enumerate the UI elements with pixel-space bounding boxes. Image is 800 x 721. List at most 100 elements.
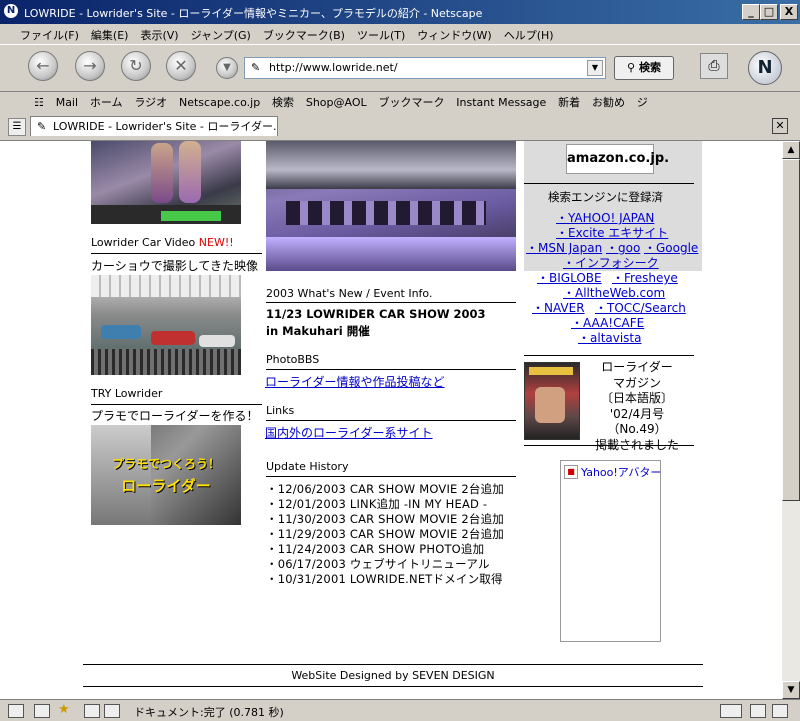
update-item: ・12/01/2003 LINK追加 -IN MY HEAD - <box>266 497 488 511</box>
stop-icon: ✕ <box>174 56 188 75</box>
menu-bookmarks[interactable]: ブックマーク(B) <box>257 24 351 43</box>
web-content: Lowrider Car Video NEW!! カーショウで撮影してきた映像 … <box>0 141 782 699</box>
magazine-figure <box>535 387 565 423</box>
menu-help[interactable]: ヘルプ(H) <box>498 24 560 43</box>
magazine-line: マガジン <box>612 375 661 390</box>
amazon-banner[interactable]: amazon.co.jp. <box>566 144 669 174</box>
magazine-cover[interactable] <box>524 362 580 440</box>
menu-tools[interactable]: ツール(T) <box>351 24 411 43</box>
model-figure-2 <box>179 141 201 203</box>
vertical-scrollbar[interactable]: ▲ ▼ <box>782 141 800 699</box>
white-car <box>199 335 235 347</box>
footer-divider <box>83 686 703 687</box>
menu-window[interactable]: ウィンドウ(W) <box>411 24 497 43</box>
update-item: ・12/06/2003 CAR SHOW MOVIE 2台追加 <box>266 482 504 496</box>
status-bar: ★ ドキュメント:完了 (0.781 秒) <box>0 699 800 721</box>
divider <box>91 404 262 405</box>
menu-file[interactable]: ファイル(F) <box>14 24 85 43</box>
menu-edit[interactable]: 編集(E) <box>85 24 135 43</box>
showgirls-photo[interactable] <box>91 141 241 224</box>
update-history-title: Update History <box>266 460 349 473</box>
stop-button[interactable]: ✕ <box>166 51 196 81</box>
yahoo-avatar-link[interactable]: Yahoo!アバター <box>581 464 661 480</box>
divider <box>91 253 262 254</box>
menu-view[interactable]: 表示(V) <box>134 24 184 43</box>
scroll-thumb[interactable] <box>782 159 800 501</box>
tab-lowride[interactable]: ✎ LOWRIDE - Lowrider's Site - ローライダー... <box>30 116 278 136</box>
search-button[interactable]: ⚲ 検索 <box>614 56 674 80</box>
footer-divider <box>83 664 703 665</box>
divider <box>524 445 694 446</box>
composer-icon[interactable] <box>84 704 100 718</box>
address-book-icon[interactable] <box>104 704 120 718</box>
scroll-down-icon[interactable]: ▼ <box>782 681 800 699</box>
update-item: ・10/31/2001 LOWRIDE.NETドメイン取得 <box>266 572 503 586</box>
page-icon: ✎ <box>37 120 47 133</box>
minimize-button[interactable]: _ <box>742 4 760 20</box>
bookmark-whats-new[interactable]: 新着 <box>554 90 584 110</box>
mail-icon[interactable] <box>34 704 50 718</box>
crowd <box>91 349 241 375</box>
engine-altavista[interactable]: ・altavista <box>578 329 642 346</box>
maximize-button[interactable]: □ <box>760 4 778 20</box>
green-stage <box>161 211 221 221</box>
address-text: http://www.lowride.net/ <box>269 61 398 74</box>
divider <box>266 420 516 421</box>
lowrider-car-photo[interactable] <box>266 141 516 271</box>
bookmark-instant-message[interactable]: Instant Message <box>452 92 550 109</box>
history-dropdown-icon[interactable]: ▼ <box>587 60 603 76</box>
privacy-icon[interactable] <box>750 704 766 718</box>
magazine-text: ローライダー マガジン 〔日本語版〕 '02/4月号（No.49） 掲載されまし… <box>584 360 690 453</box>
magnifier-icon: ⚲ <box>627 61 636 74</box>
links-link[interactable]: 国内外のローライダー系サイト <box>265 424 433 441</box>
back-button[interactable]: ← <box>28 51 58 81</box>
car-show-photo[interactable] <box>91 275 241 375</box>
online-icon[interactable] <box>720 704 742 718</box>
bookmark-recommended[interactable]: お勧め <box>588 90 629 110</box>
address-dropdown-button[interactable]: ▼ <box>216 57 238 79</box>
print-icon[interactable]: ⎙ <box>700 53 728 79</box>
sidebar-toggle-icon[interactable]: ☷ <box>30 92 48 109</box>
update-item: ・11/30/2003 CAR SHOW MOVIE 2台追加 <box>266 512 504 526</box>
reload-button[interactable]: ↻ <box>121 51 151 81</box>
magazine-masthead <box>529 367 573 375</box>
bookmark-netscape[interactable]: Netscape.co.jp <box>175 92 264 109</box>
menu-go[interactable]: ジャンプ(G) <box>185 24 257 43</box>
plamodel-banner[interactable]: プラモでつくろう！ ローライダー <box>91 425 241 525</box>
bookmark-more[interactable]: ジ <box>633 90 652 110</box>
bookmark-bookmarks[interactable]: ブックマーク <box>374 90 448 110</box>
bookmark-radio[interactable]: ラジオ <box>130 90 171 110</box>
new-badge: NEW!! <box>198 236 234 249</box>
try-title: TRY Lowrider <box>91 387 163 400</box>
netscape-logo[interactable]: N <box>748 51 782 85</box>
bookmark-shop-aol[interactable]: Shop@AOL <box>302 92 371 109</box>
address-bar[interactable]: ✎ http://www.lowride.net/ ▼ <box>244 57 606 79</box>
scroll-up-icon[interactable]: ▲ <box>782 141 800 159</box>
yahoo-avatar-frame[interactable]: ■ Yahoo!アバター <box>560 460 661 642</box>
model-figure-1 <box>151 143 173 203</box>
divider <box>524 355 694 356</box>
sidebar-icon[interactable] <box>8 704 24 718</box>
video-title: Lowrider Car Video <box>91 236 196 249</box>
forward-arrow-icon: → <box>83 56 97 75</box>
title-bar: N LOWRIDE - Lowrider's Site - ローライダー情報やミ… <box>0 0 800 24</box>
update-item: ・11/24/2003 CAR SHOW PHOTO追加 <box>266 542 485 556</box>
hall-ceiling <box>91 275 241 297</box>
close-tab-button[interactable]: ✕ <box>772 118 788 134</box>
security-lock-icon[interactable] <box>772 704 788 718</box>
search-engines-heading: 検索エンジンに登録済 <box>548 190 663 204</box>
event-line-1: 11/23 LOWRIDER CAR SHOW 2003 <box>266 307 486 321</box>
photobbs-link[interactable]: ローライダー情報や作品投稿など <box>265 373 445 390</box>
bookmark-mail[interactable]: Mail <box>52 92 82 109</box>
links-title: Links <box>266 404 295 417</box>
personal-toolbar: ☷ Mail ホーム ラジオ Netscape.co.jp 検索 Shop@AO… <box>0 90 800 113</box>
divider <box>266 369 516 370</box>
bookmark-home[interactable]: ホーム <box>86 90 127 110</box>
banner-text-1: プラモでつくろう！ <box>111 457 220 471</box>
search-button-label: 検索 <box>638 61 661 74</box>
new-tab-icon[interactable]: ☰ <box>8 118 26 136</box>
aim-icon[interactable]: ★ <box>58 702 70 717</box>
bookmark-search[interactable]: 検索 <box>268 90 298 110</box>
forward-button[interactable]: → <box>75 51 105 81</box>
close-button[interactable]: X <box>780 4 798 20</box>
